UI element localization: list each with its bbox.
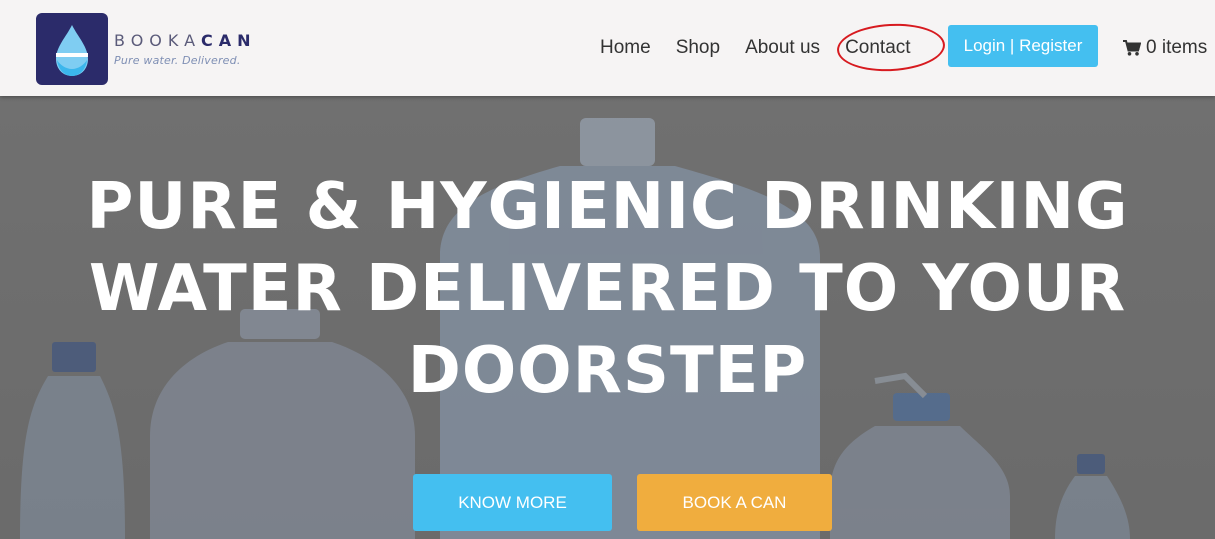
know-more-button[interactable]: KNOW MORE <box>413 474 612 531</box>
hero-section: PURE & HYGIENIC DRINKING WATER DELIVERED… <box>0 96 1215 539</box>
brand-tagline: Pure water. Delivered. <box>114 54 241 67</box>
brand-name: BOOKACAN <box>114 31 257 50</box>
nav-contact[interactable]: Contact <box>845 37 910 59</box>
main-nav: Home Shop About us Contact <box>600 0 936 96</box>
nav-home[interactable]: Home <box>600 37 651 59</box>
water-drop-icon <box>36 13 108 85</box>
book-a-can-button[interactable]: BOOK A CAN <box>637 474 832 531</box>
hero-headline: PURE & HYGIENIC DRINKING WATER DELIVERED… <box>86 170 1129 408</box>
brand-logo[interactable]: BOOKACAN Pure water. Delivered. <box>36 13 257 85</box>
cart-link[interactable]: 0 items <box>1123 37 1207 59</box>
nav-about[interactable]: About us <box>745 37 820 59</box>
cart-count: 0 items <box>1146 37 1208 58</box>
nav-shop[interactable]: Shop <box>676 37 720 59</box>
login-register-button[interactable]: Login | Register <box>948 25 1098 67</box>
shopping-cart-icon <box>1123 40 1141 56</box>
site-header: BOOKACAN Pure water. Delivered. Home Sho… <box>0 0 1215 96</box>
